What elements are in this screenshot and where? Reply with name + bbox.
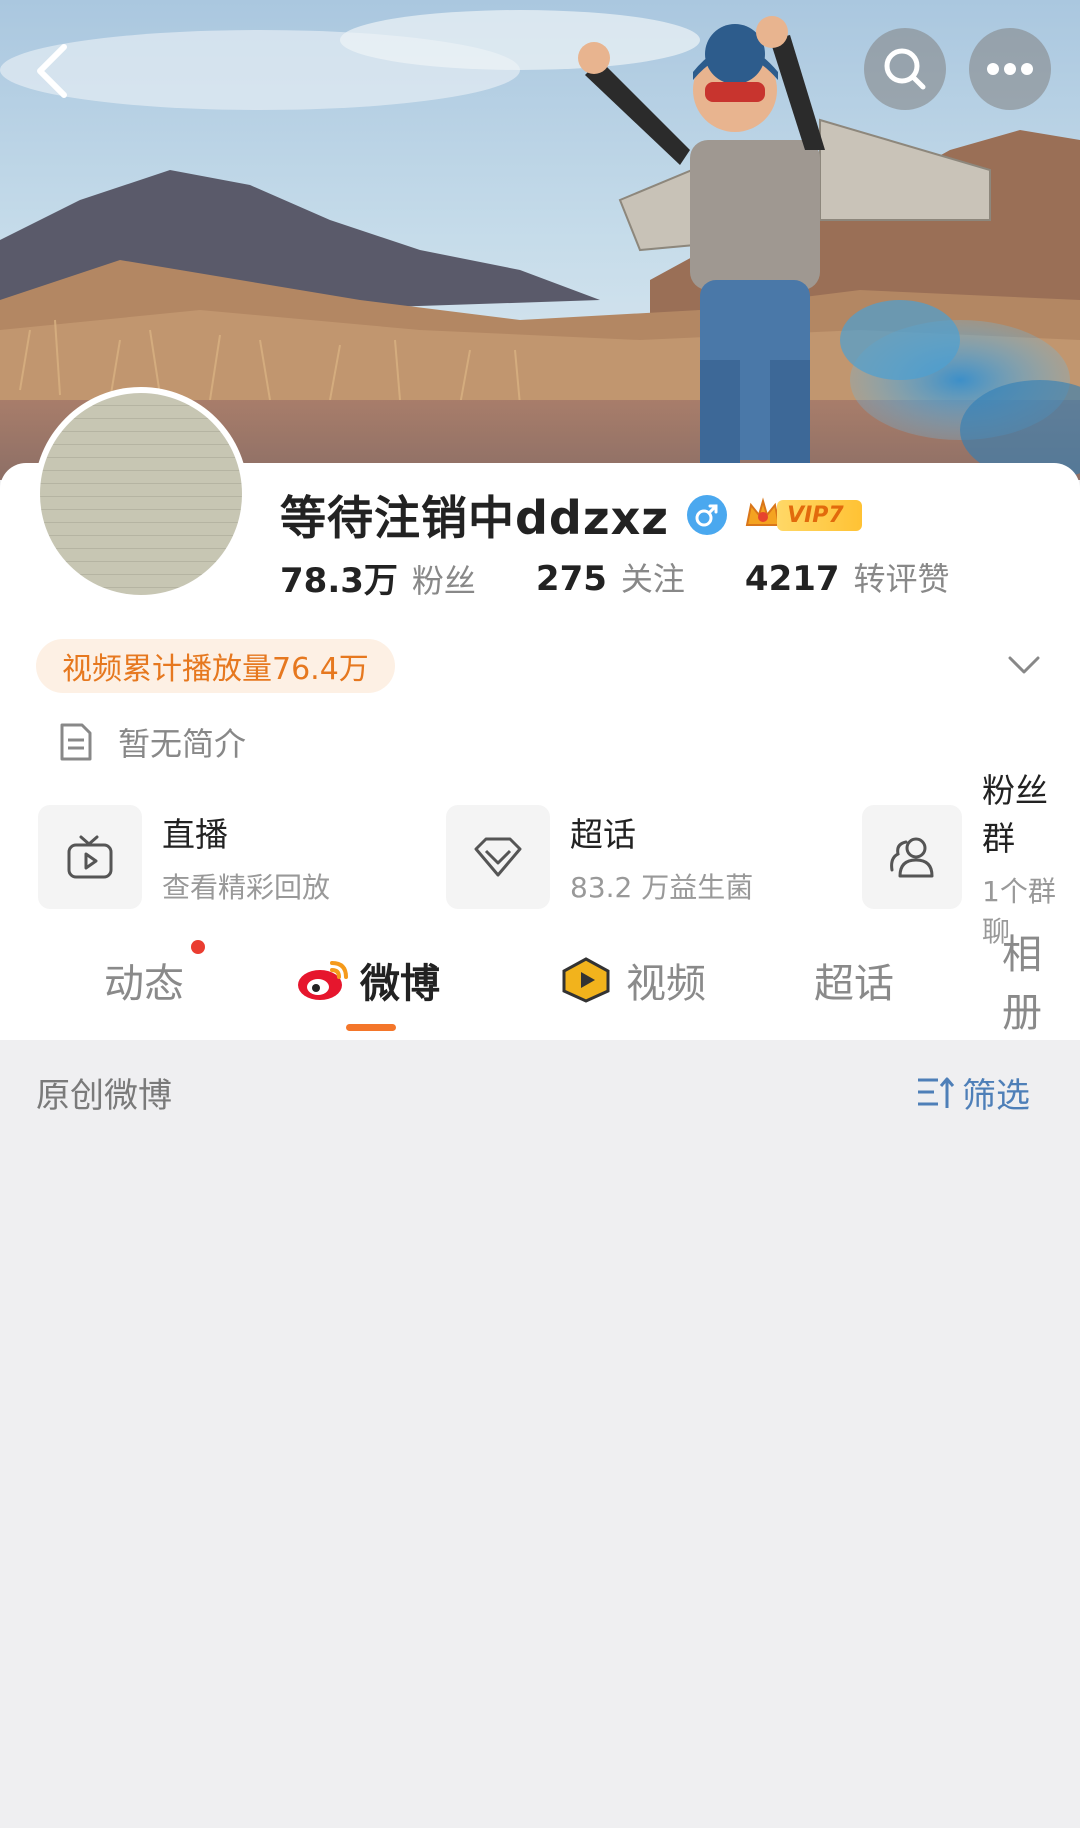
- tab-super-topic[interactable]: 超话: [814, 940, 894, 1020]
- stat-label: 粉丝: [411, 561, 476, 600]
- stat-label: 转评赞: [853, 560, 950, 598]
- video-badge-icon: [562, 957, 610, 1003]
- diamond-icon: [474, 837, 522, 877]
- video-play-count-badge[interactable]: 视频累计播放量76.4万: [36, 639, 395, 693]
- card-title: 直播: [162, 815, 228, 854]
- stat-value: 275: [535, 559, 607, 599]
- profile-stats: 78.3万 粉丝 275 关注 4217 转评赞: [280, 552, 1010, 602]
- stat-label: 关注: [620, 560, 685, 598]
- chevron-left-icon: [37, 44, 67, 98]
- card-title: 超话: [570, 815, 636, 854]
- card-subtitle: 83.2 万益生菌: [570, 871, 754, 904]
- stat-following[interactable]: 275 关注: [536, 554, 685, 600]
- card-live[interactable]: 直播 查看精彩回放: [38, 804, 330, 910]
- card-icon-box: [38, 805, 142, 909]
- card-icon-box: [862, 805, 963, 909]
- profile-name-row: 等待注销中ddzxz VIP7: [280, 483, 862, 547]
- bio-text: 暂无简介: [118, 725, 247, 763]
- tab-album[interactable]: 相册: [1002, 932, 1080, 1036]
- tab-label: 视频: [626, 961, 706, 1007]
- chevron-down-icon[interactable]: [1004, 648, 1044, 684]
- card-subtitle: 查看精彩回放: [162, 871, 331, 904]
- feed-filter-title: 原创微博: [36, 1076, 172, 1116]
- avatar-image: [40, 393, 242, 595]
- weibo-logo-icon: [298, 961, 348, 1000]
- tab-label: 动态: [104, 961, 184, 1007]
- tab-weibo[interactable]: 微博: [296, 940, 440, 1020]
- tab-video[interactable]: 视频: [560, 940, 706, 1020]
- avatar[interactable]: [34, 387, 248, 601]
- filter-sort-icon: [918, 1077, 955, 1108]
- stat-followers[interactable]: 78.3万 粉丝: [280, 553, 476, 602]
- stat-value: 78.3万: [280, 560, 398, 601]
- tab-activity[interactable]: 动态: [104, 940, 184, 1020]
- filter-button-label: 筛选: [962, 1076, 1030, 1116]
- group-users-icon: [890, 837, 934, 878]
- vip-level: VIP7: [777, 499, 862, 531]
- tab-label: 相册: [1002, 932, 1042, 1036]
- filter-button[interactable]: 筛选: [916, 1068, 1030, 1117]
- back-button[interactable]: [22, 36, 82, 106]
- stat-interactions[interactable]: 4217 转评赞: [745, 554, 950, 600]
- search-icon: [884, 48, 926, 90]
- bio-row: 暂无简介: [58, 718, 246, 766]
- profile-tabs: 动态 微博 视频 超话 相册: [0, 932, 1080, 1040]
- card-title: 粉丝群: [982, 771, 1049, 858]
- profile-name: 等待注销中ddzxz: [280, 491, 670, 545]
- tab-label: 微博: [360, 961, 440, 1007]
- tv-play-icon: [67, 835, 113, 879]
- tab-label: 超话: [814, 961, 894, 1007]
- more-button[interactable]: [969, 28, 1051, 110]
- vip-badge[interactable]: VIP7: [743, 493, 862, 537]
- active-tab-indicator: [346, 1024, 396, 1031]
- document-icon: [60, 723, 92, 761]
- card-icon-box: [446, 805, 550, 909]
- gender-male-icon: [687, 495, 728, 535]
- more-dots-icon: [987, 63, 1033, 75]
- stat-value: 4217: [744, 559, 840, 599]
- search-button[interactable]: [864, 28, 946, 110]
- card-super-topic[interactable]: 超话 83.2 万益生菌: [446, 804, 753, 910]
- card-fan-group[interactable]: 粉丝群 1个群聊: [862, 771, 1080, 948]
- notification-dot: [191, 940, 205, 954]
